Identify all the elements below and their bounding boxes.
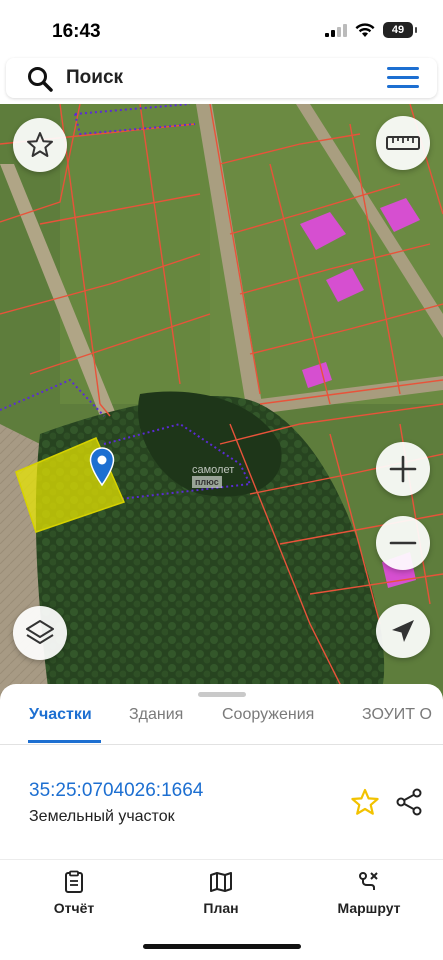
- report-icon: [65, 870, 83, 893]
- navigation-arrow-icon: [392, 620, 414, 642]
- status-icons: 49: [325, 22, 417, 38]
- minus-icon: [389, 541, 417, 545]
- zoom-out-button[interactable]: [376, 516, 430, 570]
- home-indicator[interactable]: [143, 944, 301, 949]
- layers-button[interactable]: [13, 606, 67, 660]
- nav-report-label: Отчёт: [53, 900, 95, 916]
- watermark-line2: плюс: [192, 476, 222, 488]
- map-plan-icon: [210, 872, 232, 892]
- zoom-in-button[interactable]: [376, 442, 430, 496]
- favorite-star-icon[interactable]: [350, 788, 380, 816]
- cadastral-number-link[interactable]: 35:25:0704026:1664: [29, 780, 203, 802]
- parcel-type-label: Земельный участок: [29, 808, 175, 825]
- battery-indicator: 49: [383, 22, 417, 38]
- star-outline-icon: [27, 132, 53, 157]
- status-bar: 16:43 49: [0, 0, 443, 56]
- category-tabs: Участки Здания Сооружения ЗОУИТ О: [0, 700, 443, 744]
- search-input[interactable]: Поиск: [66, 67, 123, 89]
- my-location-button[interactable]: [376, 604, 430, 658]
- nav-report[interactable]: Отчёт: [19, 870, 129, 916]
- sheet-drag-handle[interactable]: [198, 692, 246, 697]
- nav-plan-label: План: [203, 900, 239, 916]
- location-pin-icon[interactable]: [89, 447, 115, 487]
- bottom-navigation: Отчёт План Маршрут: [0, 860, 443, 920]
- watermark-line1: самолет: [192, 464, 235, 476]
- plus-icon: [389, 455, 417, 483]
- tab-structures[interactable]: Сооружения: [222, 706, 314, 724]
- wifi-icon: [355, 22, 375, 37]
- nav-route-label: Маршрут: [337, 900, 401, 916]
- layers-icon: [26, 620, 54, 644]
- search-icon[interactable]: [26, 65, 54, 93]
- nav-plan[interactable]: План: [166, 870, 276, 916]
- cellular-signal-icon: [325, 24, 347, 37]
- ruler-icon: [386, 136, 420, 150]
- nav-route[interactable]: Маршрут: [314, 870, 424, 916]
- route-icon: [359, 872, 378, 890]
- menu-icon[interactable]: [387, 67, 419, 89]
- search-bar[interactable]: Поиск: [6, 58, 437, 98]
- tab-divider: [0, 744, 443, 745]
- tab-parcels[interactable]: Участки: [29, 706, 92, 724]
- active-tab-indicator: [28, 740, 101, 743]
- status-time: 16:43: [52, 21, 101, 42]
- satellite-map[interactable]: [0, 104, 443, 704]
- favorite-button[interactable]: [13, 118, 67, 172]
- bottom-sheet[interactable]: Участки Здания Сооружения ЗОУИТ О 35:25:…: [0, 684, 443, 960]
- tab-zouit[interactable]: ЗОУИТ О: [362, 706, 432, 724]
- map-watermark: самолет плюс: [192, 464, 234, 488]
- ruler-button[interactable]: [376, 116, 430, 170]
- share-icon[interactable]: [395, 788, 423, 816]
- map-view[interactable]: самолет плюс: [0, 104, 443, 704]
- tab-buildings[interactable]: Здания: [129, 706, 183, 724]
